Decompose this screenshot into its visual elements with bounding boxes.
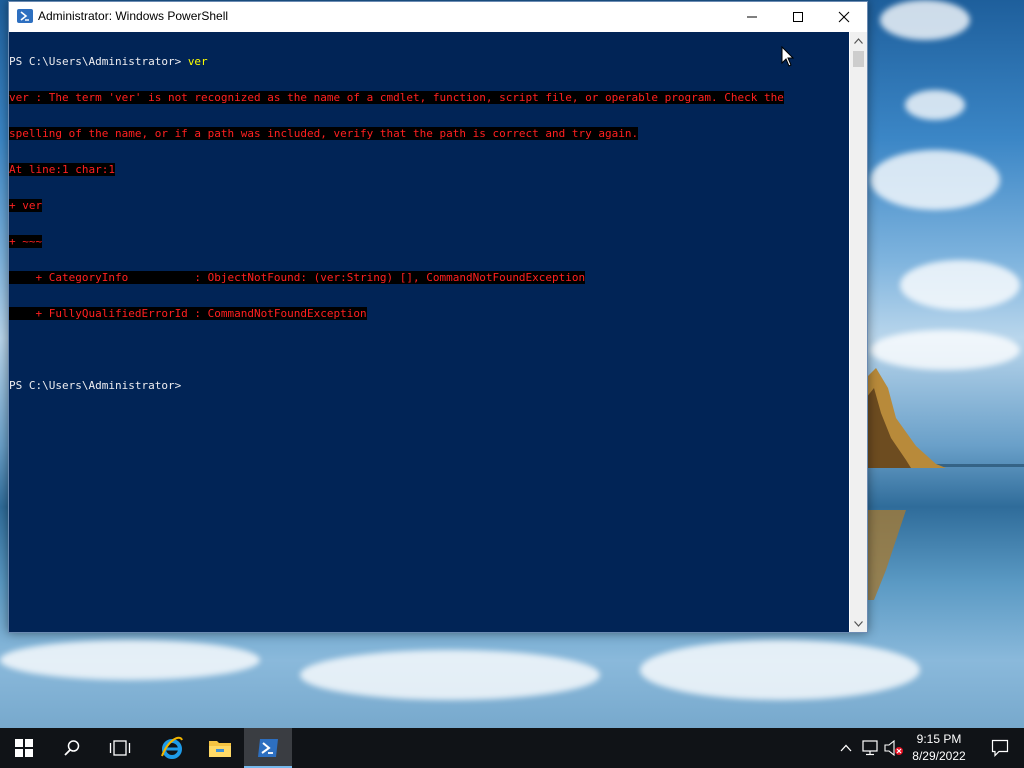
internet-explorer-button[interactable]	[148, 728, 196, 768]
volume-muted-icon	[884, 740, 903, 756]
scroll-down-button[interactable]	[850, 615, 867, 632]
error-text: + FullyQualifiedErrorId : CommandNotFoun…	[9, 307, 367, 320]
console-line: + ~~~	[9, 235, 784, 248]
scroll-up-button[interactable]	[850, 32, 867, 49]
close-icon	[838, 11, 850, 23]
internet-explorer-icon	[161, 736, 183, 759]
clock-date: 8/29/2022	[912, 749, 966, 763]
search-icon	[64, 740, 80, 756]
start-button[interactable]	[0, 728, 48, 768]
cliff-rock	[866, 368, 946, 468]
minimize-icon	[747, 16, 757, 18]
title-bar[interactable]: Administrator: Windows PowerShell	[9, 2, 867, 32]
console-line: + ver	[9, 199, 784, 212]
prompt-text: PS C:\Users\Administrator>	[9, 55, 188, 68]
taskbar: 9:15 PM 8/29/2022	[0, 728, 1024, 768]
window-title: Administrator: Windows PowerShell	[38, 9, 229, 23]
console-line: + FullyQualifiedErrorId : CommandNotFoun…	[9, 307, 784, 320]
scrollbar-thumb[interactable]	[853, 51, 864, 67]
console-line: At line:1 char:1	[9, 163, 784, 176]
file-explorer-icon	[209, 741, 231, 757]
close-button[interactable]	[821, 2, 867, 32]
maximize-icon	[793, 12, 803, 22]
error-text: At line:1 char:1	[9, 163, 115, 176]
console-area[interactable]: PS C:\Users\Administrator> ver ver : The…	[9, 32, 849, 632]
chevron-up-icon	[840, 744, 852, 752]
error-text: + ver	[9, 199, 43, 212]
powershell-icon	[17, 9, 33, 23]
show-hidden-icons-button[interactable]	[838, 739, 854, 757]
network-icon	[862, 740, 878, 756]
vertical-scrollbar[interactable]	[850, 32, 867, 632]
console-line: ver : The term 'ver' is not recognized a…	[9, 91, 784, 104]
prompt-text: PS C:\Users\Administrator>	[9, 379, 182, 392]
console-line: spelling of the name, or if a path was i…	[9, 127, 784, 140]
minimize-button[interactable]	[729, 2, 775, 32]
error-text: spelling of the name, or if a path was i…	[9, 127, 639, 140]
console-output: PS C:\Users\Administrator> ver ver : The…	[9, 32, 784, 416]
powershell-window[interactable]: Administrator: Windows PowerShell PS C:\…	[8, 1, 868, 633]
network-button[interactable]	[862, 739, 880, 757]
powershell-icon	[258, 739, 278, 757]
error-text: ver : The term 'ver' is not recognized a…	[9, 91, 784, 104]
task-view-button[interactable]	[96, 728, 144, 768]
windows-logo-icon	[15, 739, 33, 757]
error-text: + ~~~	[9, 235, 43, 248]
volume-button[interactable]	[884, 739, 904, 757]
error-text: + CategoryInfo : ObjectNotFound: (ver:St…	[9, 271, 586, 284]
task-view-icon	[109, 740, 131, 756]
search-button[interactable]	[48, 728, 96, 768]
mouse-cursor-icon	[781, 46, 795, 67]
file-explorer-button[interactable]	[196, 728, 244, 768]
action-center-button[interactable]	[976, 739, 1024, 757]
powershell-taskbar-button[interactable]	[244, 728, 292, 768]
notification-icon	[991, 739, 1009, 757]
chevron-up-icon	[854, 37, 863, 44]
cliff-reflection	[866, 510, 906, 600]
maximize-button[interactable]	[775, 2, 821, 32]
chevron-down-icon	[854, 620, 863, 627]
console-line: + CategoryInfo : ObjectNotFound: (ver:St…	[9, 271, 784, 284]
taskbar-clock[interactable]: 9:15 PM 8/29/2022	[906, 731, 972, 765]
console-line: PS C:\Users\Administrator>	[9, 380, 784, 392]
command-text: ver	[187, 55, 208, 68]
console-line: PS C:\Users\Administrator> ver	[9, 56, 784, 68]
clock-time: 9:15 PM	[916, 732, 962, 746]
